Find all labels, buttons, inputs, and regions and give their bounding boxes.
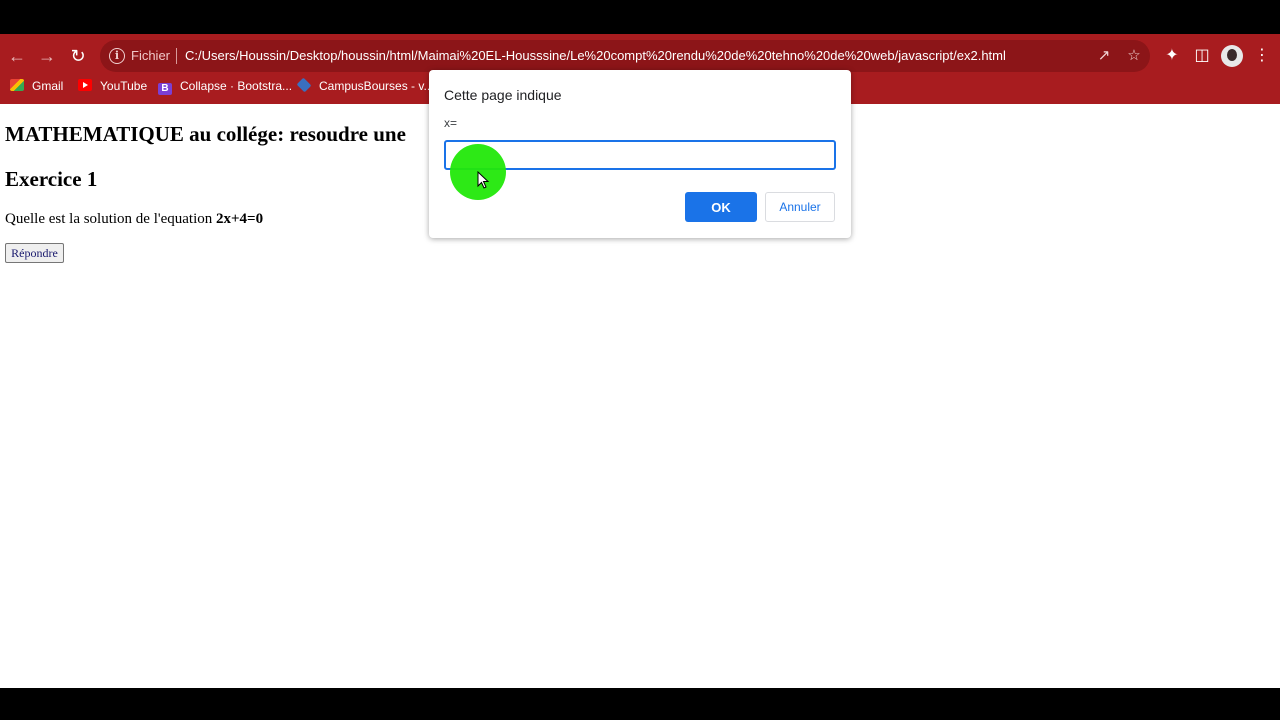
question-text: Quelle est la solution de l'equation 2x+… bbox=[5, 211, 263, 228]
answer-button[interactable]: Répondre bbox=[5, 243, 64, 263]
back-arrow-icon[interactable]: ← bbox=[5, 44, 29, 68]
profile-avatar[interactable] bbox=[1221, 45, 1243, 67]
bootstrap-icon: B bbox=[158, 83, 172, 95]
browser-toolbar: ← → ↻ i Fichier C:/Users/Houssin/Desktop… bbox=[0, 40, 1280, 72]
bookmark-campusbourses[interactable]: CampusBourses - v... bbox=[296, 77, 434, 95]
reload-icon[interactable]: ↻ bbox=[66, 44, 90, 68]
campusbourses-icon bbox=[296, 77, 312, 93]
scheme-label: Fichier bbox=[131, 48, 171, 63]
mouse-pointer-icon bbox=[477, 171, 489, 189]
bookmark-label: CampusBourses - v... bbox=[319, 79, 434, 93]
bookmark-gmail[interactable]: Gmail bbox=[10, 77, 63, 95]
bookmark-star-icon[interactable]: ☆ bbox=[1124, 46, 1144, 66]
menu-kebab-icon[interactable]: ⋮ bbox=[1250, 44, 1274, 68]
page-heading: MATHEMATIQUE au collége: resoudre une bbox=[5, 122, 406, 146]
dialog-message: x= bbox=[444, 116, 458, 130]
dialog-title: Cette page indique bbox=[444, 87, 562, 103]
share-icon[interactable]: ↗ bbox=[1094, 46, 1114, 66]
cancel-button[interactable]: Annuler bbox=[765, 192, 835, 222]
equation-text: 2x+4=0 bbox=[216, 211, 264, 227]
bookmark-label: Collapse · Bootstra... bbox=[180, 79, 293, 93]
address-bar[interactable]: i Fichier C:/Users/Houssin/Desktop/houss… bbox=[100, 40, 1150, 72]
bookmark-label: YouTube bbox=[100, 79, 148, 93]
ok-button[interactable]: OK bbox=[685, 192, 757, 222]
bookmark-label: Gmail bbox=[32, 79, 64, 93]
bookmark-youtube[interactable]: YouTube bbox=[78, 77, 147, 95]
youtube-icon bbox=[78, 79, 92, 91]
forward-arrow-icon[interactable]: → bbox=[35, 44, 59, 68]
info-icon[interactable]: i bbox=[109, 48, 125, 64]
bookmark-collapse-bootstrap[interactable]: B Collapse · Bootstra... bbox=[158, 77, 292, 95]
gmail-icon bbox=[10, 79, 24, 91]
exercise-title: Exercice 1 bbox=[5, 167, 98, 191]
video-letterbox-top bbox=[0, 0, 1280, 34]
address-separator bbox=[176, 48, 177, 64]
side-panel-icon[interactable]: ◫ bbox=[1190, 44, 1214, 68]
extensions-puzzle-icon[interactable]: ✦ bbox=[1160, 44, 1184, 68]
url-text[interactable]: C:/Users/Houssin/Desktop/houssin/html/Ma… bbox=[185, 48, 1006, 63]
video-letterbox-bottom bbox=[0, 688, 1280, 720]
question-label: Quelle est la solution de l'equation bbox=[5, 211, 216, 227]
